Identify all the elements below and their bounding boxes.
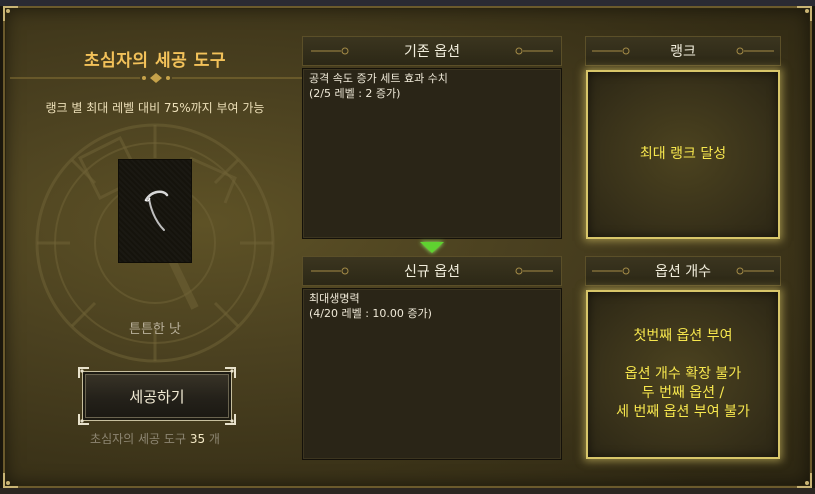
craft-button[interactable]: 세공하기	[82, 371, 232, 421]
new-option-line: (4/20 레벨 : 10.00 증가)	[309, 307, 432, 320]
arrow-down-icon	[420, 242, 444, 253]
button-corner-ornament-icon	[78, 367, 89, 378]
corner-ornament-icon	[3, 472, 19, 488]
item-slot[interactable]	[118, 159, 192, 263]
existing-option-line: 공격 속도 증가 세트 효과 수치	[309, 72, 448, 85]
rank-title: 랭크	[670, 44, 696, 60]
new-option-title: 신규 옵션	[404, 264, 460, 280]
tool-title: 초심자의 세공 도구	[84, 51, 226, 71]
scythe-icon	[144, 190, 169, 231]
header-ornament-icon	[311, 47, 349, 55]
existing-option-box: 공격 속도 증가 세트 효과 수치 (2/5 레벨 : 2 증가)	[302, 68, 562, 239]
existing-option-header: 기존 옵션	[302, 36, 562, 66]
corner-ornament-icon	[3, 6, 19, 22]
bottom-background-strip	[0, 488, 815, 494]
header-ornament-icon	[736, 267, 774, 275]
craft-button-label: 세공하기	[129, 387, 185, 406]
tool-description: 랭크 별 최대 레벨 대비 75%까지 부여 가능	[45, 101, 265, 115]
rank-header: 랭크	[585, 36, 781, 66]
header-ornament-icon	[311, 267, 349, 275]
new-option-box: 최대생명력 (4/20 레벨 : 10.00 증가)	[302, 288, 562, 460]
rank-box: 최대 랭크 달성	[586, 70, 780, 239]
tool-count-value: 35	[189, 432, 206, 446]
button-corner-ornament-icon	[78, 414, 89, 425]
option-count-line: 세 번째 옵션 부여 불가	[616, 404, 750, 420]
option-count-box: 첫번째 옵션 부여 옵션 개수 확장 불가 두 번째 옵션 / 세 번째 옵션 …	[586, 290, 780, 459]
option-count-line: 옵션 개수 확장 불가	[624, 366, 742, 382]
new-option-line: 최대생명력	[309, 292, 360, 305]
tool-count-suffix: 개	[208, 432, 220, 446]
rank-status: 최대 랭크 달성	[639, 146, 727, 162]
header-ornament-icon	[736, 47, 774, 55]
tool-count-prefix: 초심자의 세공 도구	[90, 432, 186, 446]
corner-ornament-icon	[796, 6, 812, 22]
tool-count: 초심자의 세공 도구 35 개	[20, 430, 290, 447]
button-corner-ornament-icon	[225, 414, 236, 425]
existing-option-title: 기존 옵션	[404, 44, 460, 60]
option-count-line: 첫번째 옵션 부여	[633, 328, 733, 344]
item-name: 튼튼한 낫	[129, 322, 181, 337]
option-count-header: 옵션 개수	[585, 256, 781, 286]
corner-ornament-icon	[796, 472, 812, 488]
header-ornament-icon	[515, 47, 553, 55]
title-divider	[10, 73, 302, 83]
new-option-header: 신규 옵션	[302, 256, 562, 286]
option-count-line: 두 번째 옵션 /	[641, 385, 725, 401]
header-ornament-icon	[515, 267, 553, 275]
existing-option-line: (2/5 레벨 : 2 증가)	[309, 87, 401, 100]
option-count-title: 옵션 개수	[655, 264, 711, 280]
header-ornament-icon	[592, 267, 630, 275]
header-ornament-icon	[592, 47, 630, 55]
button-corner-ornament-icon	[225, 367, 236, 378]
